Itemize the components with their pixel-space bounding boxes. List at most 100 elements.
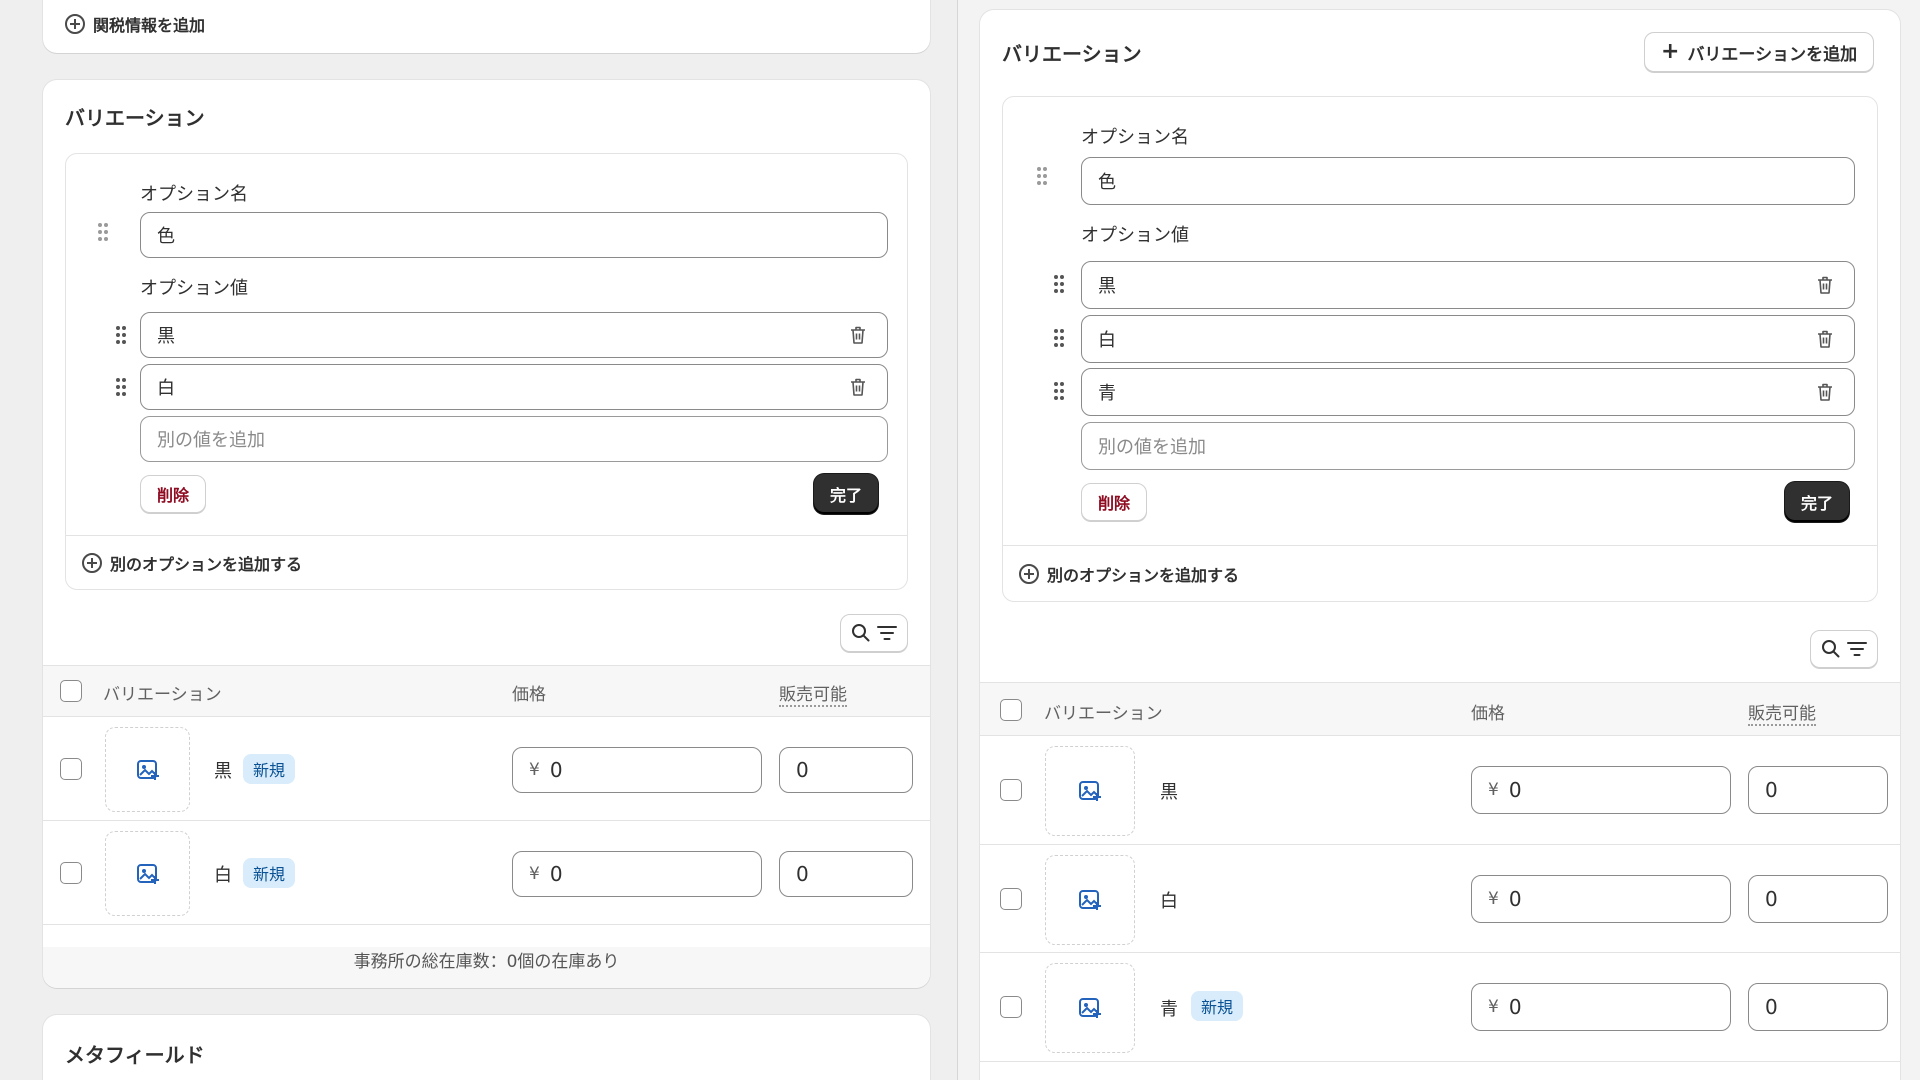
option-name-input[interactable]: 色	[1081, 157, 1855, 205]
col-variation: バリエーション	[103, 685, 222, 705]
option-editor: オプション名 色 オプション値 黒 白 別の値を追加 削除 完了 別のオプション…	[65, 153, 908, 590]
variant-name: 青	[1160, 999, 1178, 1020]
row-checkbox[interactable]	[1000, 779, 1022, 801]
drag-handle-icon[interactable]	[1054, 382, 1064, 400]
done-button[interactable]: 完了	[1785, 482, 1850, 522]
price-input[interactable]: ¥ 0	[1471, 983, 1731, 1031]
metafields-title: メタフィールド	[65, 1043, 205, 1067]
table-header: バリエーション 価格 販売可能	[980, 682, 1900, 736]
quantity-value: 0	[796, 862, 809, 886]
add-variation-label: バリエーションを追加	[1687, 44, 1858, 65]
row-checkbox[interactable]	[60, 758, 82, 780]
variations-title: バリエーション	[65, 106, 205, 130]
new-badge: 新規	[243, 858, 296, 888]
table-row[interactable]: 黒 ¥ 0 0	[980, 736, 1900, 845]
add-option-link[interactable]: 別のオプションを追加する	[82, 551, 302, 575]
col-price: 価格	[512, 685, 546, 705]
trash-icon[interactable]	[1816, 275, 1834, 295]
search-icon	[1822, 640, 1840, 658]
search-icon	[852, 624, 870, 642]
drag-handle-icon[interactable]	[1054, 275, 1064, 293]
drag-handle-icon[interactable]	[116, 326, 126, 344]
table-row[interactable]: 黒 新規 ¥ 0 0	[43, 717, 930, 821]
col-available: 販売可能	[779, 680, 847, 707]
new-badge: 新規	[243, 754, 296, 784]
trash-icon[interactable]	[1816, 329, 1834, 349]
option-value-input[interactable]: 白	[1081, 315, 1855, 363]
option-values-label: オプション値	[140, 278, 248, 299]
plus-circle-icon	[65, 14, 85, 34]
price-input[interactable]: ¥ 0	[512, 851, 762, 897]
search-filter-button[interactable]	[1810, 630, 1878, 668]
add-image-icon	[1079, 998, 1101, 1018]
select-all-checkbox[interactable]	[1000, 699, 1022, 721]
add-image-icon	[136, 863, 159, 884]
currency-symbol: ¥	[1488, 780, 1499, 800]
add-image-icon	[1079, 890, 1101, 910]
add-variation-button[interactable]: + バリエーションを追加	[1644, 32, 1875, 72]
price-input[interactable]: ¥ 0	[1471, 875, 1731, 923]
table-row[interactable]: 白 ¥ 0 0	[980, 845, 1900, 953]
add-option-label: 別のオプションを追加する	[110, 555, 303, 574]
drag-handle-icon[interactable]	[1037, 167, 1047, 185]
select-all-checkbox[interactable]	[60, 680, 82, 702]
plus-icon: +	[1661, 39, 1680, 64]
done-button[interactable]: 完了	[814, 474, 879, 514]
trash-icon[interactable]	[1816, 382, 1834, 402]
option-value-input[interactable]: 黒	[140, 312, 888, 358]
add-value-placeholder: 別の値を追加	[1098, 437, 1206, 458]
image-placeholder[interactable]	[1045, 746, 1135, 836]
price-input[interactable]: ¥ 0	[512, 747, 762, 793]
currency-symbol: ¥	[529, 760, 540, 780]
trash-icon[interactable]	[849, 377, 867, 397]
price-value: 0	[549, 862, 563, 886]
row-checkbox[interactable]	[60, 862, 82, 884]
drag-handle-icon[interactable]	[98, 223, 108, 241]
option-name-value: 色	[157, 226, 175, 247]
table-row[interactable]: 青 新規 ¥ 0 0	[980, 953, 1900, 1062]
quantity-input[interactable]: 0	[1748, 875, 1888, 923]
quantity-input[interactable]: 0	[779, 747, 913, 793]
option-name-input[interactable]: 色	[140, 212, 888, 258]
option-name-label: オプション名	[140, 184, 248, 205]
search-filter-button[interactable]	[840, 614, 908, 652]
option-value-text: 白	[1098, 330, 1116, 351]
delete-button[interactable]: 削除	[1081, 483, 1148, 521]
col-price: 価格	[1471, 704, 1505, 724]
add-option-link[interactable]: 別のオプションを追加する	[1019, 562, 1239, 586]
currency-symbol: ¥	[529, 864, 540, 884]
col-variation: バリエーション	[1044, 704, 1163, 724]
drag-handle-icon[interactable]	[116, 378, 126, 396]
add-image-icon	[1079, 781, 1101, 801]
quantity-input[interactable]: 0	[1748, 766, 1888, 814]
drag-handle-icon[interactable]	[1054, 329, 1064, 347]
filter-icon	[877, 626, 897, 640]
quantity-input[interactable]: 0	[779, 851, 913, 897]
row-checkbox[interactable]	[1000, 996, 1022, 1018]
quantity-input[interactable]: 0	[1748, 983, 1888, 1031]
option-value-input[interactable]: 白	[140, 364, 888, 410]
price-input[interactable]: ¥ 0	[1471, 766, 1731, 814]
quantity-value: 0	[796, 758, 809, 782]
trash-icon[interactable]	[849, 325, 867, 345]
col-available: 販売可能	[1748, 699, 1816, 726]
add-value-input[interactable]: 別の値を追加	[140, 416, 888, 462]
currency-symbol: ¥	[1488, 997, 1499, 1017]
option-value-input[interactable]: 青	[1081, 368, 1855, 416]
add-customs-link[interactable]: 関税情報を追加	[65, 12, 205, 36]
option-value-input[interactable]: 黒	[1081, 261, 1855, 309]
image-placeholder[interactable]	[1045, 855, 1135, 945]
variations-title: バリエーション	[1002, 42, 1142, 66]
quantity-value: 0	[1765, 887, 1778, 911]
image-placeholder[interactable]	[1045, 963, 1135, 1053]
row-checkbox[interactable]	[1000, 888, 1022, 910]
image-placeholder[interactable]	[105, 831, 190, 916]
add-value-input[interactable]: 別の値を追加	[1081, 422, 1855, 470]
table-row[interactable]: 白 新規 ¥ 0 0	[43, 821, 930, 925]
add-image-icon	[136, 759, 159, 780]
add-option-label: 別のオプションを追加する	[1047, 566, 1240, 585]
quantity-value: 0	[1765, 778, 1778, 802]
delete-button[interactable]: 削除	[140, 475, 207, 513]
variations-card: バリエーション オプション名 色 オプション値 黒 白 別の値を追加 削除 完了…	[43, 80, 930, 988]
image-placeholder[interactable]	[105, 727, 190, 812]
